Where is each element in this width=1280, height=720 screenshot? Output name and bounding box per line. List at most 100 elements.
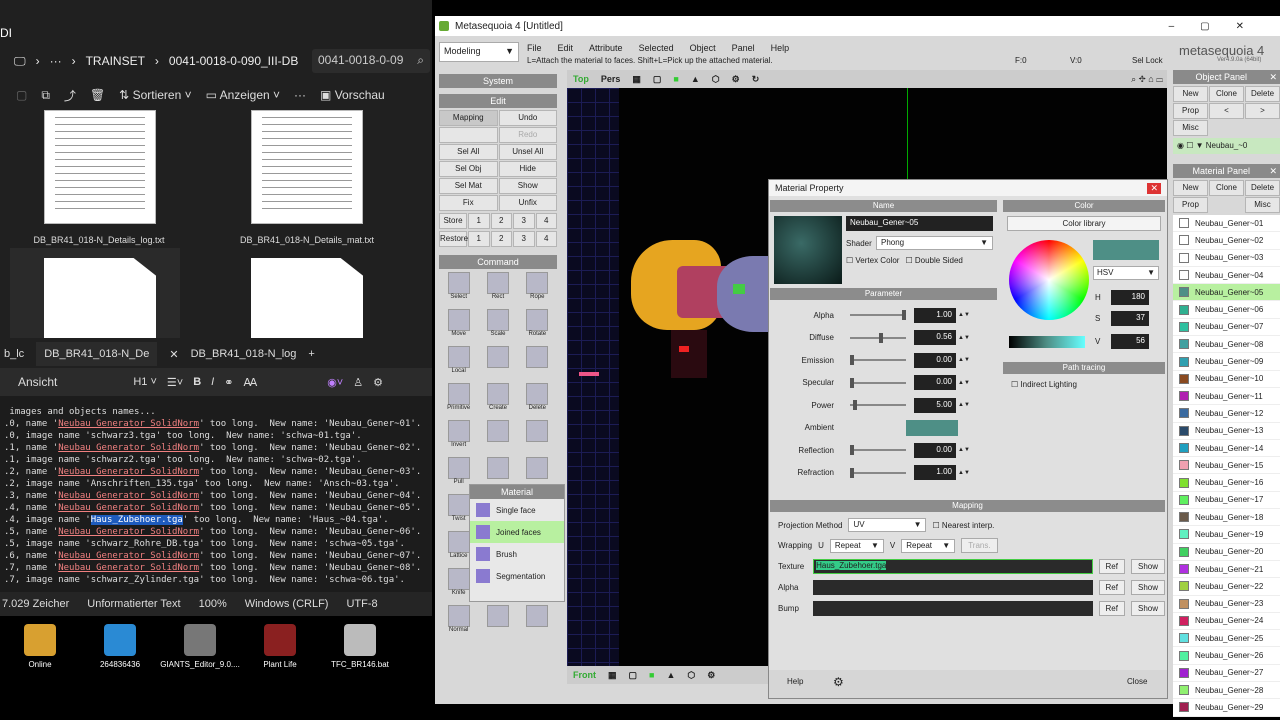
close-icon[interactable]: ✕ xyxy=(169,348,178,361)
menu-edit[interactable]: Edit xyxy=(558,43,574,53)
line-ending[interactable]: Windows (CRLF) xyxy=(245,598,329,610)
object-panel-button[interactable]: New xyxy=(1173,86,1208,102)
desktop-icon[interactable]: GIANTS_Editor_9.0.... xyxy=(160,616,240,669)
value-input[interactable]: 56 xyxy=(1111,334,1149,349)
command-button[interactable] xyxy=(518,420,557,454)
file-name[interactable]: DB_BR41_018-N_Details_log.txt xyxy=(14,235,184,245)
command-header[interactable]: Command xyxy=(439,255,557,269)
monitor-icon[interactable]: 🖵 xyxy=(14,54,26,69)
desktop-icon[interactable]: Plant Life xyxy=(240,616,320,669)
view-front-button[interactable]: Front xyxy=(573,670,596,680)
material-name-input[interactable]: Neubau_Gener~05 xyxy=(846,216,993,231)
breadcrumb-trainset[interactable]: TRAINSET xyxy=(86,54,145,68)
file-thumbnail[interactable] xyxy=(44,110,156,224)
material-list-item[interactable]: Neubau_Gener~15 xyxy=(1173,457,1280,475)
slot-2[interactable]: 2 xyxy=(490,231,512,247)
close-icon[interactable]: ✕ xyxy=(1269,164,1280,178)
material-list-item[interactable]: Neubau_Gener~28 xyxy=(1173,682,1280,700)
menu-selected[interactable]: Selected xyxy=(639,43,674,53)
material-panel-button[interactable]: Misc xyxy=(1245,197,1280,213)
restore-button[interactable]: Restore xyxy=(439,231,468,247)
material-list-item[interactable]: Neubau_Gener~11 xyxy=(1173,387,1280,406)
bold-icon[interactable]: B xyxy=(193,376,201,388)
edit-button[interactable] xyxy=(439,127,498,143)
share-icon[interactable]: ⤴ xyxy=(64,87,76,104)
edit-header[interactable]: Edit xyxy=(439,94,557,108)
help-button[interactable]: Help xyxy=(787,677,803,686)
param-value-input[interactable]: 1.00 xyxy=(914,307,956,323)
shader-select[interactable]: Phong ▼ xyxy=(876,236,993,250)
material-list-item[interactable]: Neubau_Gener~26 xyxy=(1173,647,1280,665)
material-list-item[interactable]: Neubau_Gener~24 xyxy=(1173,612,1280,631)
gear-icon[interactable]: ⚙ xyxy=(732,74,740,85)
param-value-input[interactable]: 0.00 xyxy=(914,352,956,368)
tab-lc[interactable]: b_lc xyxy=(4,348,24,360)
file-name[interactable]: DB_BR41_018-N_Details_mat.txt xyxy=(222,235,392,245)
menu-panel[interactable]: Panel xyxy=(732,43,755,53)
edit-button[interactable]: Mapping xyxy=(439,110,498,126)
wire-icon[interactable]: ▲ xyxy=(691,74,700,84)
solid-icon[interactable]: ■ xyxy=(649,670,654,680)
material-list-item[interactable]: Neubau_Gener~17 xyxy=(1173,491,1280,510)
command-button[interactable]: Select xyxy=(439,272,478,306)
gear-icon[interactable]: ⚙ xyxy=(833,675,844,689)
spin-icon[interactable]: ▲▼ xyxy=(958,380,970,386)
command-button[interactable] xyxy=(478,346,517,380)
edit-button[interactable]: Undo xyxy=(498,110,557,126)
clear-format-icon[interactable]: Ꜳ xyxy=(243,376,257,389)
param-slider[interactable] xyxy=(850,355,906,366)
material-list-item[interactable]: Neubau_Gener~16 xyxy=(1173,474,1280,492)
param-value-input[interactable]: 0.00 xyxy=(914,442,956,458)
command-button[interactable] xyxy=(518,346,557,380)
material-list-item[interactable]: Neubau_Gener~03 xyxy=(1173,249,1280,267)
edit-button[interactable]: Unsel All xyxy=(498,144,557,160)
bump-map-input[interactable] xyxy=(813,601,1093,616)
slider-knob[interactable] xyxy=(850,355,854,366)
view-button[interactable]: ▭ Anzeigen ˅ xyxy=(206,88,280,102)
heading-select[interactable]: H1 ˅ xyxy=(133,376,157,388)
material-panel-button[interactable]: New xyxy=(1173,180,1208,196)
material-list-item[interactable]: Neubau_Gener~12 xyxy=(1173,405,1280,423)
italic-icon[interactable]: I xyxy=(211,376,214,388)
slot-1[interactable]: 1 xyxy=(468,231,490,247)
material-list-item[interactable]: Neubau_Gener~23 xyxy=(1173,595,1280,613)
solid-icon[interactable]: ■ xyxy=(673,74,678,84)
projection-select[interactable]: UV ▼ xyxy=(848,518,927,532)
desktop-icon[interactable]: 264836436 xyxy=(80,616,160,669)
value-bar[interactable] xyxy=(1009,336,1085,348)
spin-icon[interactable]: ▲▼ xyxy=(958,357,970,363)
ambient-color-swatch[interactable] xyxy=(906,419,958,436)
object-panel-button[interactable]: Misc xyxy=(1173,120,1208,136)
color-library-button[interactable]: Color library xyxy=(1007,216,1161,231)
desktop-icon[interactable]: Online xyxy=(0,616,80,669)
wire-icon[interactable]: ▲ xyxy=(666,670,675,680)
edit-button[interactable]: Fix xyxy=(439,195,498,211)
param-slider[interactable] xyxy=(850,467,906,478)
bump-show-button[interactable]: Show xyxy=(1130,601,1165,616)
refresh-icon[interactable]: ↻ xyxy=(752,74,760,85)
command-button[interactable]: Rope xyxy=(518,272,557,306)
vertex-color-checkbox[interactable]: ☐ Vertex Color xyxy=(846,256,899,265)
spin-icon[interactable]: ▲▼ xyxy=(958,447,970,453)
command-button[interactable]: Primitive xyxy=(439,383,478,417)
cube-icon[interactable]: ⬡ xyxy=(712,74,720,85)
material-list-item[interactable]: Neubau_Gener~25 xyxy=(1173,630,1280,648)
slot-3[interactable]: 3 xyxy=(513,231,535,247)
material-list-item[interactable]: Neubau_Gener~18 xyxy=(1173,509,1280,527)
material-list-item[interactable]: Neubau_Gener~29 xyxy=(1173,699,1280,717)
search-input[interactable]: 0041-0018-0-09 ⌕ xyxy=(312,49,430,73)
alpha-show-button[interactable]: Show xyxy=(1130,580,1165,595)
edit-button[interactable]: Redo xyxy=(498,127,557,143)
system-header[interactable]: System xyxy=(439,74,557,88)
command-button[interactable] xyxy=(478,605,517,639)
trans-button[interactable]: Trans. xyxy=(961,538,998,553)
spin-icon[interactable]: ▲▼ xyxy=(958,402,970,408)
param-value-input[interactable]: 0.56 xyxy=(914,330,956,346)
grid-icon[interactable]: ▦ xyxy=(632,74,641,85)
command-button[interactable]: Rotate xyxy=(518,309,557,343)
more-icon[interactable]: ··· xyxy=(50,54,62,68)
color-wheel[interactable] xyxy=(1009,240,1089,320)
spin-icon[interactable]: ▲▼ xyxy=(958,470,970,476)
param-value-input[interactable]: 5.00 xyxy=(914,397,956,413)
indirect-lighting-checkbox[interactable]: ☐ Indirect Lighting xyxy=(1011,380,1077,389)
